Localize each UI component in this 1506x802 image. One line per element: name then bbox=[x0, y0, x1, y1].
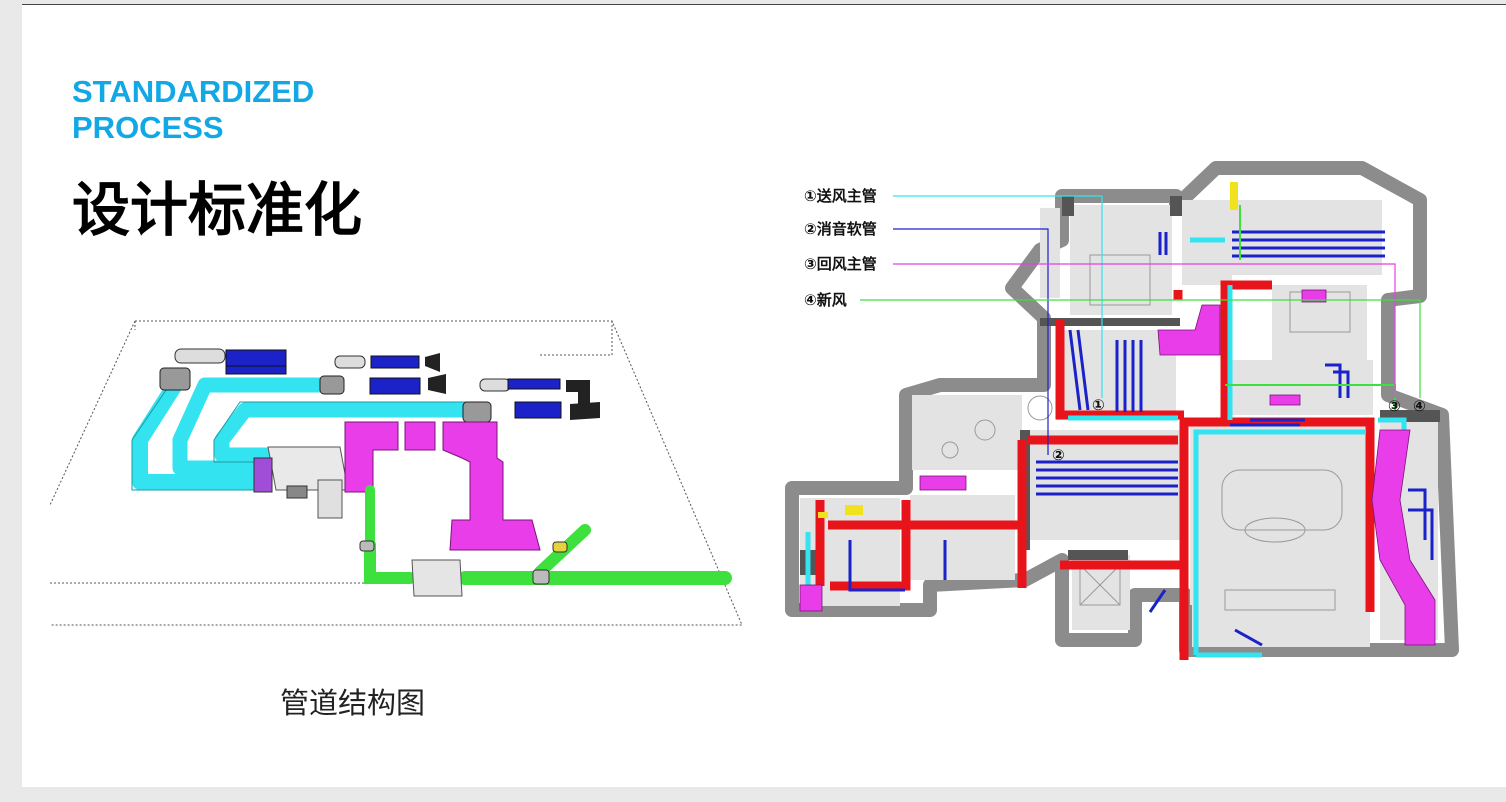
section-subtitle: STANDARDIZED PROCESS bbox=[72, 74, 472, 146]
subtitle-line-1: STANDARDIZED bbox=[72, 74, 315, 109]
legend-return-main: ③回风主管 bbox=[804, 255, 877, 273]
marker-2: ② bbox=[1052, 446, 1065, 464]
duct-structure-diagram bbox=[48, 284, 742, 656]
hvac-floor-plan: ①送风主管 ②消音软管 ③回风主管 ④新风 ① ② ③ ④ bbox=[785, 161, 1459, 660]
page-title: 设计标准化 bbox=[72, 176, 363, 244]
legend-silencer-hose: ②消音软管 bbox=[804, 220, 877, 238]
legend-supply-main: ①送风主管 bbox=[804, 187, 877, 205]
legend: ①送风主管 ②消音软管 ③回风主管 ④新风 bbox=[804, 187, 877, 309]
legend-fresh-air: ④新风 bbox=[804, 291, 847, 309]
marker-1: ① bbox=[1092, 396, 1105, 414]
marker-3: ③ bbox=[1388, 397, 1401, 415]
marker-4: ④ bbox=[1413, 397, 1426, 415]
duct-structure-caption: 管道结构图 bbox=[280, 686, 426, 720]
subtitle-line-2: PROCESS bbox=[72, 110, 224, 145]
